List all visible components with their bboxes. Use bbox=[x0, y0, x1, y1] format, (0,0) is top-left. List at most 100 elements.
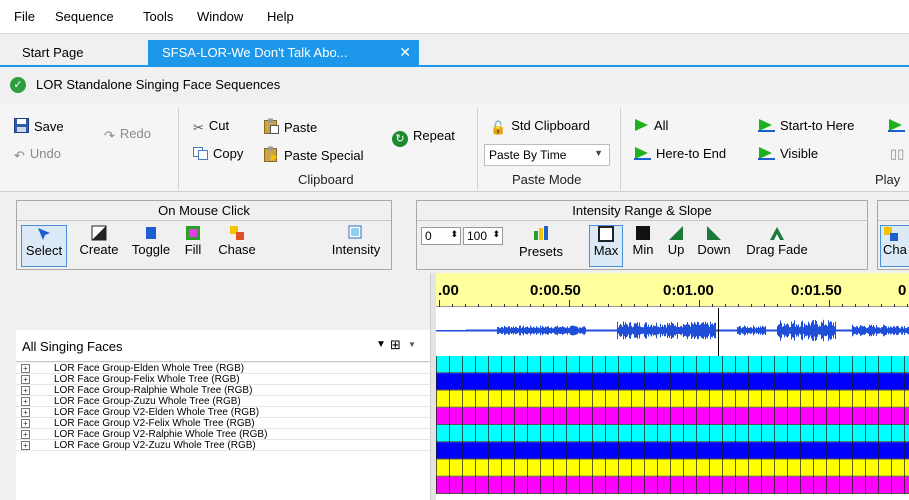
waveform-sample bbox=[479, 329, 480, 332]
menu-tools[interactable]: Tools bbox=[143, 9, 173, 24]
expand-icon[interactable]: + bbox=[21, 430, 30, 439]
waveform-sample bbox=[597, 329, 598, 332]
singing-faces-selector[interactable]: All Singing Faces bbox=[22, 339, 122, 354]
create-tool-button[interactable]: Create bbox=[75, 225, 123, 257]
channel-row[interactable]: + LOR Face Group V2-Felix Whole Tree (RGB… bbox=[16, 418, 430, 429]
select-tool-button[interactable]: Select bbox=[21, 225, 67, 267]
max-icon bbox=[598, 226, 614, 242]
spinner-icon[interactable]: ⬍ bbox=[450, 229, 458, 240]
waveform-sample bbox=[466, 329, 467, 332]
cut-off-tool-button[interactable]: Cha bbox=[880, 225, 909, 267]
waveform-sample bbox=[626, 323, 627, 338]
time-ruler[interactable]: .00 0:00.50 0:01.00 0:01.50 0 bbox=[436, 273, 909, 307]
drag-fade-button[interactable]: Drag Fade bbox=[741, 225, 813, 257]
paste-mode-select[interactable]: Paste By Time ▼ bbox=[484, 144, 610, 166]
menu-help[interactable]: Help bbox=[267, 9, 294, 24]
cut-button[interactable]: ✂ Cut bbox=[193, 118, 229, 136]
undo-button[interactable]: ↶ Undo bbox=[14, 146, 61, 164]
grid-cell-line bbox=[709, 356, 710, 494]
channel-grid-row-line bbox=[436, 389, 909, 391]
menu-window[interactable]: Window bbox=[197, 9, 243, 24]
intensity-low-input[interactable]: 0 ⬍ bbox=[421, 227, 461, 245]
play-here-to-end-button[interactable]: Here-to End bbox=[634, 146, 726, 161]
expand-icon[interactable]: + bbox=[21, 441, 30, 450]
chase-tool-button[interactable]: Chase bbox=[213, 225, 261, 257]
channel-row[interactable]: + LOR Face Group V2-Elden Whole Tree (RGB… bbox=[16, 407, 430, 418]
channel-grid[interactable] bbox=[436, 356, 909, 494]
grid-cell-line bbox=[605, 356, 606, 494]
waveform-sample bbox=[480, 329, 481, 332]
waveform-sample bbox=[882, 327, 883, 334]
waveform-sample bbox=[841, 329, 842, 332]
waveform-sample bbox=[515, 326, 516, 335]
up-button[interactable]: Up bbox=[661, 225, 691, 257]
toggle-tool-button[interactable]: Toggle bbox=[127, 225, 175, 257]
play-extra-icon[interactable] bbox=[888, 118, 905, 135]
waveform-sample bbox=[864, 326, 865, 335]
intensity-tool-button[interactable]: Intensity bbox=[323, 225, 389, 257]
waveform-sample bbox=[835, 321, 836, 340]
menu-sequence[interactable]: Sequence bbox=[55, 9, 114, 24]
waveform-sample bbox=[568, 328, 569, 333]
chevron-down-icon[interactable]: ▼ bbox=[376, 339, 386, 350]
waveform-sample bbox=[767, 329, 768, 332]
expand-icon[interactable]: + bbox=[21, 408, 30, 417]
audio-waveform[interactable] bbox=[436, 308, 909, 356]
waveform-sample bbox=[731, 329, 732, 332]
grid-cell-line bbox=[865, 356, 866, 494]
waveform-sample bbox=[733, 329, 734, 332]
min-button[interactable]: Min bbox=[627, 225, 659, 257]
waveform-sample bbox=[640, 326, 641, 335]
pause-icon[interactable]: ▯▯ bbox=[890, 146, 904, 162]
channel-row[interactable]: + LOR Face Group V2-Zuzu Whole Tree (RGB) bbox=[16, 440, 430, 451]
expand-icon[interactable]: + bbox=[21, 364, 30, 373]
presets-button[interactable]: Presets bbox=[511, 225, 571, 259]
save-button[interactable]: Save bbox=[14, 118, 64, 134]
menu-file[interactable]: File bbox=[14, 9, 35, 24]
channel-row[interactable]: + LOR Face Group-Elden Whole Tree (RGB) bbox=[16, 363, 430, 374]
play-visible-button[interactable]: Visible bbox=[758, 146, 818, 161]
redo-button[interactable]: ↷ Redo bbox=[104, 126, 151, 144]
waveform-sample bbox=[660, 323, 661, 338]
play-start-to-here-button[interactable]: Start-to Here bbox=[758, 118, 854, 133]
waveform-sample bbox=[524, 327, 525, 334]
play-all-button[interactable]: All bbox=[634, 118, 668, 133]
grid-cell-line bbox=[839, 356, 840, 494]
waveform-sample bbox=[745, 326, 746, 335]
channel-grid-row bbox=[436, 442, 909, 460]
channel-row[interactable]: + LOR Face Group-Zuzu Whole Tree (RGB) bbox=[16, 396, 430, 407]
tab-start-page[interactable]: Start Page bbox=[22, 45, 83, 60]
waveform-sample bbox=[792, 323, 793, 338]
tab-sequence[interactable]: SFSA-LOR-We Don't Talk Abo... ✕ bbox=[148, 40, 419, 65]
std-clipboard-button[interactable]: 🔓 Std Clipboard bbox=[490, 118, 590, 136]
channel-row[interactable]: + LOR Face Group-Ralphie Whole Tree (RGB) bbox=[16, 385, 430, 396]
waveform-sample bbox=[642, 327, 643, 334]
fill-tool-button[interactable]: Fill bbox=[177, 225, 209, 257]
close-icon[interactable]: ✕ bbox=[399, 44, 411, 61]
channel-row[interactable]: + LOR Face Group-Felix Whole Tree (RGB) bbox=[16, 374, 430, 385]
max-button[interactable]: Max bbox=[589, 225, 623, 267]
waveform-sample bbox=[829, 322, 830, 339]
repeat-button[interactable]: ↻ Repeat bbox=[392, 128, 455, 147]
expand-icon[interactable]: + bbox=[21, 397, 30, 406]
paste-button[interactable]: Paste bbox=[264, 118, 317, 135]
waveform-sample bbox=[503, 328, 504, 333]
ruler-tick bbox=[803, 304, 804, 307]
chevron-down-icon[interactable]: ▼ bbox=[408, 340, 416, 349]
intensity-high-input[interactable]: 100 ⬍ bbox=[463, 227, 503, 245]
waveform-sample bbox=[888, 326, 889, 335]
paste-special-button[interactable]: Paste Special bbox=[264, 146, 364, 163]
expand-icon[interactable]: + bbox=[21, 386, 30, 395]
waveform-sample bbox=[612, 329, 613, 332]
spinner-icon[interactable]: ⬍ bbox=[492, 229, 500, 240]
waveform-sample bbox=[776, 329, 777, 332]
waveform-sample bbox=[499, 328, 500, 333]
waveform-sample bbox=[761, 327, 762, 334]
expand-icon[interactable]: + bbox=[21, 375, 30, 384]
expand-icon[interactable]: + bbox=[21, 419, 30, 428]
copy-button[interactable]: Copy bbox=[193, 146, 243, 161]
channel-row[interactable]: + LOR Face Group V2-Ralphie Whole Tree (R… bbox=[16, 429, 430, 440]
down-button[interactable]: Down bbox=[693, 225, 735, 257]
waveform-sample bbox=[606, 329, 607, 332]
tree-view-icon[interactable]: ⊞ bbox=[390, 337, 401, 353]
